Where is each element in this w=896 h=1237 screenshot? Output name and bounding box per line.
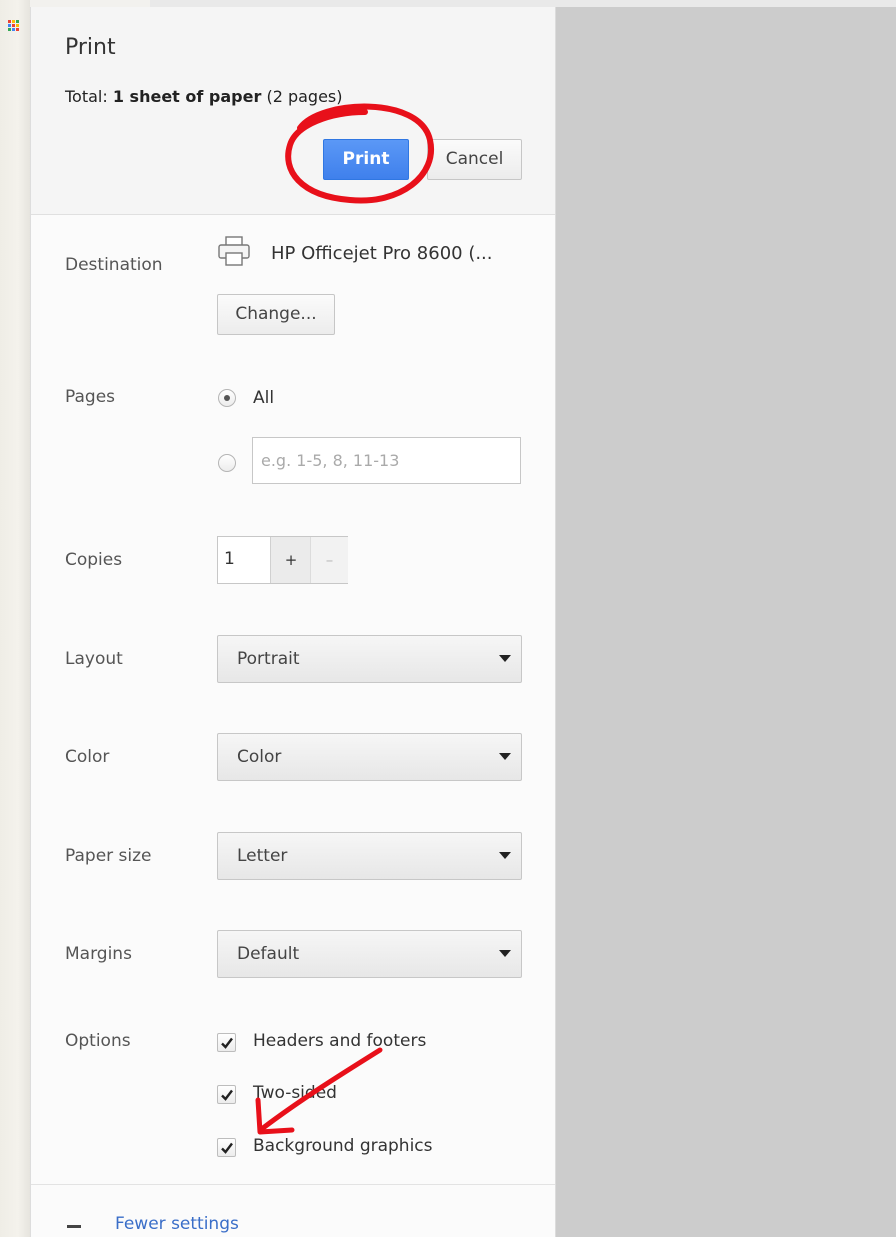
destination-printer-name[interactable]: HP Officejet Pro 8600 (...: [271, 243, 493, 264]
collapse-minus-icon[interactable]: [67, 1225, 81, 1228]
fewer-settings-link[interactable]: Fewer settings: [115, 1214, 239, 1234]
background-graphics-label: Background graphics: [253, 1136, 433, 1156]
summary-sheets: 1 sheet of paper: [112, 87, 262, 106]
copies-value[interactable]: 1: [224, 549, 235, 569]
cancel-button[interactable]: Cancel: [427, 139, 522, 180]
print-button[interactable]: Print: [323, 139, 409, 180]
color-label: Color: [65, 747, 110, 767]
change-destination-button[interactable]: Change...: [217, 294, 335, 335]
copies-decrement-button[interactable]: –: [310, 537, 348, 583]
dropdown-caret-icon: [499, 753, 511, 760]
print-settings-sidebar: Print Total: 1 sheet of paper (2 pages) …: [30, 7, 556, 1237]
summary-prefix: Total:: [65, 87, 113, 106]
dropdown-caret-icon: [499, 852, 511, 859]
headers-footers-label: Headers and footers: [253, 1031, 427, 1051]
paper-size-label: Paper size: [65, 846, 152, 866]
pages-custom-radio[interactable]: [218, 454, 236, 472]
color-select[interactable]: Color: [217, 733, 522, 781]
headers-footers-checkbox[interactable]: [217, 1033, 236, 1052]
dropdown-caret-icon: [499, 950, 511, 957]
summary-pages: (2 pages): [261, 87, 343, 106]
color-value: Color: [237, 747, 282, 767]
layout-value: Portrait: [237, 649, 300, 669]
pages-all-label: All: [253, 388, 275, 408]
pages-all-radio[interactable]: [218, 389, 236, 407]
copies-increment-button[interactable]: +: [270, 537, 311, 583]
two-sided-label: Two-sided: [253, 1083, 337, 1103]
footer-divider: [31, 1184, 555, 1185]
checkmark-icon: [221, 1142, 233, 1154]
copies-label: Copies: [65, 550, 123, 570]
dropdown-caret-icon: [499, 655, 511, 662]
printer-icon: [218, 236, 250, 266]
copies-stepper: 1 + –: [217, 536, 348, 584]
dialog-title: Print: [65, 35, 116, 60]
background-graphics-checkbox[interactable]: [217, 1138, 236, 1157]
pages-label: Pages: [65, 387, 116, 407]
background-page: [0, 0, 30, 1237]
print-header: Print Total: 1 sheet of paper (2 pages) …: [31, 7, 555, 215]
layout-select[interactable]: Portrait: [217, 635, 522, 683]
apps-icon: [8, 20, 20, 32]
two-sided-checkbox[interactable]: [217, 1085, 236, 1104]
margins-value: Default: [237, 944, 300, 964]
margins-label: Margins: [65, 944, 132, 964]
checkmark-icon: [221, 1089, 233, 1101]
destination-label: Destination: [65, 255, 163, 275]
print-summary: Total: 1 sheet of paper (2 pages): [65, 87, 343, 106]
paper-size-value: Letter: [237, 846, 288, 866]
options-label: Options: [65, 1031, 131, 1051]
print-preview-area: [556, 7, 896, 1237]
checkmark-icon: [221, 1037, 233, 1049]
paper-size-select[interactable]: Letter: [217, 832, 522, 880]
margins-select[interactable]: Default: [217, 930, 522, 978]
layout-label: Layout: [65, 649, 123, 669]
pages-custom-input[interactable]: [252, 437, 521, 484]
